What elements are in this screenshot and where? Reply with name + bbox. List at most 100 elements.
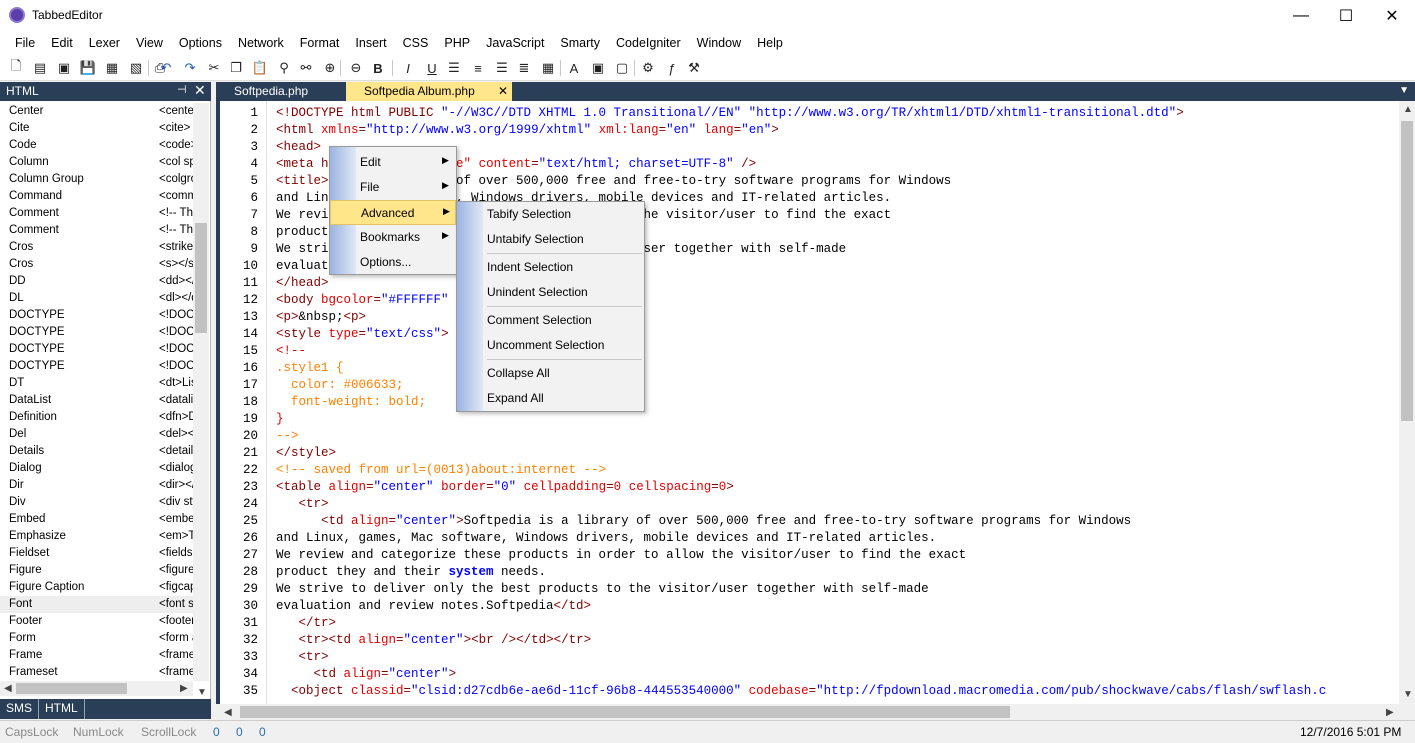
align-left-icon[interactable]: ☰ (446, 60, 462, 76)
snippet-item[interactable]: Del <del>< (0, 426, 193, 443)
snippet-item[interactable]: DL <dl></d (0, 290, 193, 307)
submenu-item-expand-all[interactable]: Expand All (457, 386, 644, 411)
close-file-icon[interactable]: ▣ (56, 60, 72, 76)
snippet-item[interactable]: Comment <!-- Thi (0, 205, 193, 222)
code-line[interactable]: 2 <html xmlns="http://www.w3.org/1999/xht… (220, 122, 1399, 139)
close-button[interactable]: ✕ (1369, 0, 1415, 31)
print-preview-icon[interactable]: ▧ (128, 60, 144, 76)
scroll-right-icon[interactable]: ▶ (180, 683, 188, 694)
code-line[interactable]: 27 We review and categorize these product… (220, 547, 1399, 564)
menu-codeigniter[interactable]: CodeIgniter (608, 31, 689, 55)
tab-list-dropdown-icon[interactable]: ▼ (1399, 85, 1409, 96)
run-icon[interactable]: ⚒ (686, 60, 702, 76)
menu-window[interactable]: Window (689, 31, 749, 55)
code-line[interactable]: 30 evaluation and review notes.Softpedia<… (220, 598, 1399, 615)
scroll-left-icon[interactable]: ◀ (224, 707, 232, 718)
submenu-item-comment-selection[interactable]: Comment Selection (457, 308, 644, 333)
scroll-up-icon[interactable]: ▲ (1403, 104, 1413, 115)
pin-icon[interactable]: ⊣ (177, 83, 187, 96)
code-line[interactable]: 19} (220, 411, 1399, 428)
find-replace-icon[interactable]: ⚯ (298, 60, 314, 76)
snippet-item[interactable]: Dir <dir></ (0, 477, 193, 494)
snippet-item[interactable]: DOCTYPE <!DOC (0, 324, 193, 341)
bold-icon[interactable]: B (370, 60, 386, 76)
undo-icon[interactable]: ↶ (158, 60, 174, 76)
code-line[interactable]: 15 <!-- (220, 343, 1399, 360)
context-item-edit[interactable]: Edit ▶ (330, 150, 456, 175)
minimize-button[interactable]: — (1278, 0, 1324, 31)
tab-softpedia-album-php[interactable]: Softpedia Album.php ✕ (346, 82, 512, 101)
snippet-item[interactable]: Figure Caption <figcap (0, 579, 193, 596)
zoom-out-icon[interactable]: ⊖ (348, 60, 364, 76)
code-line[interactable]: 21 </style> (220, 445, 1399, 462)
submenu-item-tabify-selection[interactable]: Tabify Selection (457, 202, 644, 227)
code-line[interactable]: 13 <p>&nbsp;<p> (220, 309, 1399, 326)
submenu-item-untabify-selection[interactable]: Untabify Selection (457, 227, 644, 252)
code-line[interactable]: 20 --> (220, 428, 1399, 445)
underline-icon[interactable]: U (424, 60, 440, 76)
code-line[interactable]: 18 font-weight: bold; (220, 394, 1399, 411)
snippet-item[interactable]: DD <dd></ (0, 273, 193, 290)
snippet-item[interactable]: DOCTYPE <!DOC (0, 358, 193, 375)
maximize-button[interactable]: ☐ (1323, 0, 1369, 31)
snippet-item[interactable]: DOCTYPE <!DOC (0, 341, 193, 358)
font-icon[interactable]: A (566, 60, 582, 76)
snippet-item[interactable]: Code <code> (0, 137, 193, 154)
context-item-options[interactable]: Options... (330, 250, 456, 275)
snippet-item[interactable]: Div <div sty (0, 494, 193, 511)
code-line[interactable]: 17 color: #006633; (220, 377, 1399, 394)
snippet-item[interactable]: Comment <!-- Thi (0, 222, 193, 239)
menu-view[interactable]: View (128, 31, 171, 55)
code-line[interactable]: 22 <!-- saved from url=(0013)about:intern… (220, 462, 1399, 479)
snippet-item[interactable]: DataList <datalis (0, 392, 193, 409)
context-item-advanced[interactable]: Advanced ▶ (330, 200, 456, 225)
snippet-item[interactable]: Footer <footer (0, 613, 193, 630)
menu-file[interactable]: File (7, 31, 43, 55)
snippet-item[interactable]: Fieldset <fieldse (0, 545, 193, 562)
snippet-item[interactable]: Figure <figure (0, 562, 193, 579)
panel-tab-sms[interactable]: SMS (0, 699, 40, 719)
italic-icon[interactable]: I (400, 60, 416, 76)
code-line[interactable]: 26 and Linux, games, Mac software, Window… (220, 530, 1399, 547)
submenu-item-collapse-all[interactable]: Collapse All (457, 361, 644, 386)
code-line[interactable]: 16 .style1 { (220, 360, 1399, 377)
snippet-item[interactable]: Definition <dfn>D (0, 409, 193, 426)
snippet-item[interactable]: Form <form a (0, 630, 193, 647)
function-icon[interactable]: ƒ (664, 60, 680, 76)
code-line[interactable]: 23 <table align="center" border="0" cellp… (220, 479, 1399, 496)
menu-smarty[interactable]: Smarty (552, 31, 608, 55)
snippet-item[interactable]: Details <details (0, 443, 193, 460)
snippet-item[interactable]: Frameset <frame (0, 664, 193, 681)
menu-edit[interactable]: Edit (43, 31, 81, 55)
submenu-item-uncomment-selection[interactable]: Uncomment Selection (457, 333, 644, 358)
snippet-item[interactable]: Cite <cite> (0, 120, 193, 137)
menu-insert[interactable]: Insert (347, 31, 394, 55)
snippet-item[interactable]: Embed <embe (0, 511, 193, 528)
table-icon[interactable]: ▦ (540, 60, 556, 76)
code-line[interactable]: 31 </tr> (220, 615, 1399, 632)
editor-vertical-scrollbar[interactable]: ▲ ▼ (1399, 101, 1415, 704)
snippet-item[interactable]: Frame <frame (0, 647, 193, 664)
code-line[interactable]: 12 <body bgcolor="#FFFFFF" (220, 292, 1399, 309)
menu-network[interactable]: Network (230, 31, 292, 55)
find-icon[interactable]: ⚲ (276, 60, 292, 76)
editor-vscroll-thumb[interactable] (1401, 121, 1413, 421)
menu-options[interactable]: Options (171, 31, 230, 55)
code-line[interactable]: 25 <td align="center">Softpedia is a lib… (220, 513, 1399, 530)
editor-horizontal-scrollbar[interactable]: ◀ ▶ (220, 704, 1415, 720)
panel-vertical-scrollbar[interactable]: ▼ (193, 103, 209, 698)
cut-icon[interactable]: ✂ (206, 60, 222, 76)
snippet-item[interactable]: Cros <s></s (0, 256, 193, 273)
comment-icon[interactable]: ▢ (614, 60, 630, 76)
submenu-item-unindent-selection[interactable]: Unindent Selection (457, 280, 644, 305)
panel-close-icon[interactable]: ✕ (194, 82, 206, 99)
zoom-in-icon[interactable]: ⊕ (322, 60, 338, 76)
code-line[interactable]: 29 We strive to deliver only the best pro… (220, 581, 1399, 598)
menu-help[interactable]: Help (749, 31, 791, 55)
scroll-down-icon[interactable]: ▼ (197, 687, 207, 698)
panel-horizontal-scrollbar[interactable]: ◀ ▶ (0, 681, 193, 696)
snippet-item[interactable]: Command <comm (0, 188, 193, 205)
code-line[interactable]: 11 </head> (220, 275, 1399, 292)
justify-icon[interactable]: ≣ (516, 60, 532, 76)
new-template-icon[interactable]: ▤ (32, 60, 48, 76)
